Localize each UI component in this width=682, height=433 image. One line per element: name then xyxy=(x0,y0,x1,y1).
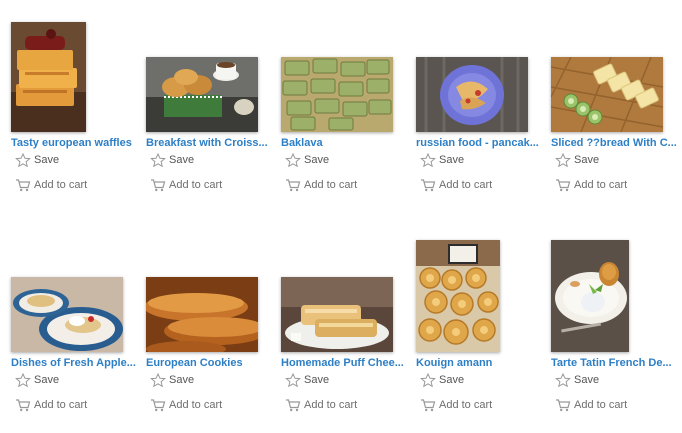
add-to-cart-label: Add to cart xyxy=(574,179,628,191)
product-card: European Cookies Save Add to cart xyxy=(145,228,273,428)
shopping-cart-icon xyxy=(151,399,166,412)
product-title[interactable]: Tasty european waffles xyxy=(11,136,137,150)
product-image[interactable] xyxy=(11,22,86,132)
save-button[interactable]: Save xyxy=(285,372,329,388)
product-title[interactable]: Sliced ??bread With C... xyxy=(551,136,677,150)
save-button[interactable]: Save xyxy=(150,152,194,168)
star-outline-icon xyxy=(150,373,166,387)
add-to-cart-label: Add to cart xyxy=(439,179,493,191)
product-image[interactable] xyxy=(281,57,393,132)
add-to-cart-button[interactable]: Add to cart xyxy=(150,397,222,413)
star-outline-icon xyxy=(555,153,571,167)
product-image[interactable] xyxy=(416,240,500,352)
product-title[interactable]: European Cookies xyxy=(146,356,272,370)
save-label: Save xyxy=(169,154,195,166)
shopping-cart-icon xyxy=(556,399,571,412)
save-button[interactable]: Save xyxy=(555,152,599,168)
save-button[interactable]: Save xyxy=(150,372,194,388)
add-to-cart-label: Add to cart xyxy=(34,179,88,191)
product-image[interactable] xyxy=(11,277,123,352)
product-image[interactable] xyxy=(551,240,629,352)
add-to-cart-button[interactable]: Add to cart xyxy=(420,177,492,193)
shopping-cart-icon xyxy=(421,399,436,412)
add-to-cart-button[interactable]: Add to cart xyxy=(555,177,627,193)
product-title[interactable]: Baklava xyxy=(281,136,407,150)
add-to-cart-button[interactable]: Add to cart xyxy=(420,397,492,413)
add-to-cart-label: Add to cart xyxy=(34,399,88,411)
star-outline-icon xyxy=(285,373,301,387)
product-card: Dishes of Fresh Apple... Save Add to car… xyxy=(10,228,138,428)
save-button[interactable]: Save xyxy=(555,372,599,388)
product-grid: Tasty european waffles Save Add to cart xyxy=(0,0,682,433)
save-button[interactable]: Save xyxy=(15,152,59,168)
add-to-cart-button[interactable]: Add to cart xyxy=(15,177,87,193)
save-label: Save xyxy=(439,374,465,386)
add-to-cart-label: Add to cart xyxy=(304,399,358,411)
shopping-cart-icon xyxy=(556,179,571,192)
save-label: Save xyxy=(304,154,330,166)
product-image[interactable] xyxy=(146,57,258,132)
star-outline-icon xyxy=(420,373,436,387)
add-to-cart-button[interactable]: Add to cart xyxy=(15,397,87,413)
product-title[interactable]: Tarte Tatin French De... xyxy=(551,356,677,370)
product-card: Breakfast with Croiss... Save Add to car… xyxy=(145,8,273,208)
star-outline-icon xyxy=(420,153,436,167)
save-label: Save xyxy=(34,374,60,386)
star-outline-icon xyxy=(555,373,571,387)
star-outline-icon xyxy=(285,153,301,167)
save-button[interactable]: Save xyxy=(420,152,464,168)
save-label: Save xyxy=(574,154,600,166)
product-title[interactable]: Breakfast with Croiss... xyxy=(146,136,272,150)
add-to-cart-button[interactable]: Add to cart xyxy=(150,177,222,193)
add-to-cart-button[interactable]: Add to cart xyxy=(285,397,357,413)
save-button[interactable]: Save xyxy=(285,152,329,168)
product-image[interactable] xyxy=(416,57,528,132)
star-outline-icon xyxy=(150,153,166,167)
save-label: Save xyxy=(304,374,330,386)
save-label: Save xyxy=(574,374,600,386)
product-title[interactable]: Dishes of Fresh Apple... xyxy=(11,356,137,370)
add-to-cart-label: Add to cart xyxy=(304,179,358,191)
add-to-cart-label: Add to cart xyxy=(169,179,223,191)
product-card: Kouign amann Save Add to cart xyxy=(415,228,543,428)
product-card: Sliced ??bread With C... Save Add to car… xyxy=(550,8,678,208)
add-to-cart-label: Add to cart xyxy=(439,399,493,411)
product-image[interactable] xyxy=(281,277,393,352)
add-to-cart-button[interactable]: Add to cart xyxy=(555,397,627,413)
product-card: Homemade Puff Chee... Save Add to cart xyxy=(280,228,408,428)
shopping-cart-icon xyxy=(286,399,301,412)
product-image[interactable] xyxy=(146,277,258,352)
product-card: russian food - pancak... Save Add to car… xyxy=(415,8,543,208)
product-title[interactable]: Homemade Puff Chee... xyxy=(281,356,407,370)
product-card: Tasty european waffles Save Add to cart xyxy=(10,8,138,208)
product-image[interactable] xyxy=(551,57,663,132)
save-label: Save xyxy=(439,154,465,166)
shopping-cart-icon xyxy=(151,179,166,192)
product-card: Tarte Tatin French De... Save Add to car… xyxy=(550,228,678,428)
product-title[interactable]: russian food - pancak... xyxy=(416,136,542,150)
product-title[interactable]: Kouign amann xyxy=(416,356,542,370)
save-button[interactable]: Save xyxy=(420,372,464,388)
save-button[interactable]: Save xyxy=(15,372,59,388)
shopping-cart-icon xyxy=(421,179,436,192)
star-outline-icon xyxy=(15,153,31,167)
add-to-cart-label: Add to cart xyxy=(574,399,628,411)
shopping-cart-icon xyxy=(286,179,301,192)
save-label: Save xyxy=(34,154,60,166)
shopping-cart-icon xyxy=(16,179,31,192)
add-to-cart-label: Add to cart xyxy=(169,399,223,411)
product-card: Baklava Save Add to cart xyxy=(280,8,408,208)
star-outline-icon xyxy=(15,373,31,387)
shopping-cart-icon xyxy=(16,399,31,412)
add-to-cart-button[interactable]: Add to cart xyxy=(285,177,357,193)
save-label: Save xyxy=(169,374,195,386)
